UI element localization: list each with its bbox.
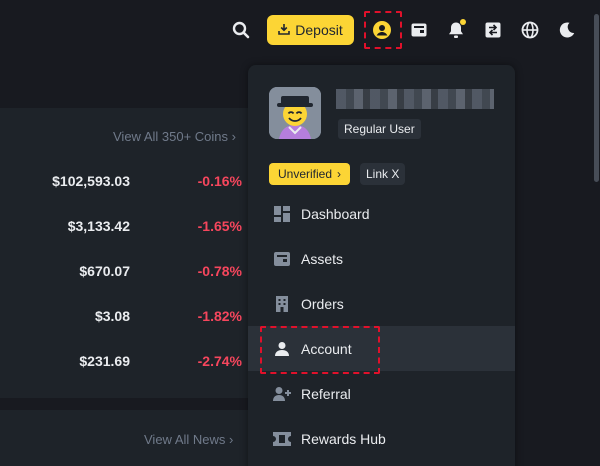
view-all-coins-link[interactable]: View All 350+ Coins › [113,129,236,144]
bell-icon[interactable] [445,19,467,41]
account-item-highlight [260,326,380,374]
menu-item-dashboard[interactable]: Dashboard [248,191,515,236]
link-x-button[interactable]: Link X [360,163,406,185]
menu-item-referral[interactable]: Referral [248,371,515,416]
avatar[interactable] [269,87,321,139]
coin-price: $670.07 [79,263,130,279]
coin-change: -0.16% [197,173,242,189]
notification-dot [460,19,466,25]
coin-price: $3.08 [94,308,130,324]
coin-price: $3,133.42 [67,218,130,234]
menu-item-assets[interactable]: Assets [248,236,515,281]
moon-icon[interactable] [556,19,578,41]
add-user-icon [273,385,291,403]
news-card: View All News › [0,410,260,466]
coin-price: $102,593.03 [52,173,130,189]
search-icon[interactable] [230,19,252,41]
coin-change: -1.65% [197,218,242,234]
globe-icon[interactable] [519,19,541,41]
page-scrollbar[interactable] [593,0,600,466]
ticket-icon [273,430,291,448]
coin-price: $231.69 [79,353,130,369]
view-all-news-link[interactable]: View All News › [144,432,233,447]
chevron-right-icon: › [337,167,342,181]
blurred-username [336,89,494,109]
user-icon[interactable] [371,19,393,41]
menu-item-rewards-hub[interactable]: Rewards Hub [248,416,515,461]
transfer-icon[interactable] [482,19,504,41]
deposit-label: Deposit [295,22,343,38]
orders-icon [273,295,291,313]
wallet-icon [273,250,291,268]
coin-change: -0.78% [197,263,242,279]
deposit-download-icon [278,22,291,38]
top-bar: Deposit [0,0,600,62]
coin-change: -2.74% [197,353,242,369]
account-dropdown: Regular User Unverified › Link X Dashboa… [248,65,515,466]
dashboard-icon [273,205,291,223]
chevron-right-icon: › [229,432,234,447]
coin-change: -1.82% [197,308,242,324]
deposit-button[interactable]: Deposit [267,15,354,45]
markets-card: View All 350+ Coins › $102,593.03 -0.16%… [0,108,260,398]
chevron-right-icon: › [231,129,236,144]
verification-badge[interactable]: Unverified › [269,163,351,185]
user-role-badge: Regular User [338,119,421,139]
menu-item-orders[interactable]: Orders [248,281,515,326]
scrollbar-thumb[interactable] [594,14,599,182]
wallet-icon[interactable] [408,19,430,41]
